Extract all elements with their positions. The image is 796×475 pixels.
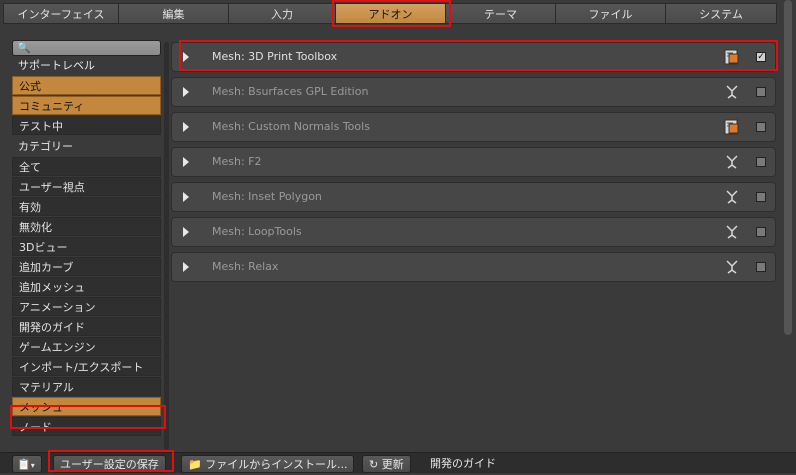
category-game-engine[interactable]: ゲームエンジン bbox=[12, 337, 161, 356]
category-material[interactable]: マテリアル bbox=[12, 377, 161, 396]
refresh-label: 更新 bbox=[381, 458, 404, 471]
expand-triangle-icon[interactable] bbox=[183, 52, 189, 62]
category-3d-view[interactable]: 3Dビュー bbox=[12, 237, 161, 256]
support-official[interactable]: 公式 bbox=[12, 76, 161, 95]
main-scrollbar[interactable] bbox=[784, 0, 792, 335]
addon-name: Mesh: Bsurfaces GPL Edition bbox=[212, 85, 369, 98]
support-level-label: サポートレベル bbox=[18, 59, 95, 72]
category-import-export[interactable]: インポート/エクスポート bbox=[12, 357, 161, 376]
tab-file[interactable]: ファイル bbox=[555, 3, 665, 24]
enable-checkbox[interactable]: ✓ bbox=[756, 52, 766, 62]
expand-triangle-icon[interactable] bbox=[183, 87, 189, 97]
sidebar-scrollbar[interactable] bbox=[164, 42, 169, 450]
tab-editing[interactable]: 編集 bbox=[118, 3, 228, 24]
category-node[interactable]: ノード bbox=[12, 417, 161, 436]
install-from-file-label: ファイルからインストール... bbox=[205, 458, 348, 471]
category-add-curve[interactable]: 追加カーブ bbox=[12, 257, 161, 276]
tab-input[interactable]: 入力 bbox=[228, 3, 335, 24]
magnifier-icon: 🔍 bbox=[17, 41, 31, 54]
addon-name: Mesh: Inset Polygon bbox=[212, 190, 322, 203]
tab-themes[interactable]: テーマ bbox=[445, 3, 555, 24]
community-addon-icon bbox=[726, 225, 738, 239]
enable-checkbox[interactable] bbox=[756, 227, 766, 237]
folder-icon: 📁 bbox=[188, 458, 202, 471]
expand-triangle-icon[interactable] bbox=[183, 192, 189, 202]
tab-addons[interactable]: アドオン bbox=[335, 3, 445, 24]
category-add-mesh[interactable]: 追加メッシュ bbox=[12, 277, 161, 296]
support-community[interactable]: コミュニティ bbox=[12, 96, 161, 115]
bottom-bar: 📋▾ ユーザー設定の保存 📁 ファイルからインストール... ↻ 更新 開発のガ… bbox=[0, 452, 796, 473]
support-testing[interactable]: テスト中 bbox=[12, 116, 161, 135]
refresh-icon: ↻ bbox=[369, 458, 379, 471]
addon-row-looptools[interactable]: Mesh: LoopTools bbox=[171, 217, 776, 247]
category-all[interactable]: 全て bbox=[12, 157, 161, 176]
addon-name: Mesh: 3D Print Toolbox bbox=[212, 50, 338, 63]
addon-row-bsurfaces[interactable]: Mesh: Bsurfaces GPL Edition bbox=[171, 77, 776, 107]
community-addon-icon bbox=[726, 260, 738, 274]
search-input[interactable]: 🔍 bbox=[12, 40, 161, 56]
enable-checkbox[interactable] bbox=[756, 262, 766, 272]
enable-checkbox[interactable] bbox=[756, 192, 766, 202]
addon-row-custom-normals[interactable]: Mesh: Custom Normals Tools bbox=[171, 112, 776, 142]
editor-type-menu[interactable]: 📋▾ bbox=[12, 455, 42, 473]
addon-row-f2[interactable]: Mesh: F2 bbox=[171, 147, 776, 177]
enable-checkbox[interactable] bbox=[756, 157, 766, 167]
addon-list: Mesh: 3D Print Toolbox ✓ Mesh: Bsurfaces… bbox=[171, 42, 776, 287]
expand-triangle-icon[interactable] bbox=[183, 227, 189, 237]
category-mesh[interactable]: メッシュ bbox=[12, 397, 161, 416]
clipboard-icon: 📋 bbox=[17, 458, 31, 471]
tab-interface[interactable]: インターフェイス bbox=[3, 3, 118, 24]
addon-row-relax[interactable]: Mesh: Relax bbox=[171, 252, 776, 282]
community-addon-icon bbox=[726, 190, 738, 204]
category-animation[interactable]: アニメーション bbox=[12, 297, 161, 316]
refresh-button[interactable]: ↻ 更新 bbox=[362, 455, 411, 473]
community-addon-icon bbox=[726, 155, 738, 169]
official-addon-icon bbox=[724, 49, 739, 65]
expand-triangle-icon[interactable] bbox=[183, 157, 189, 167]
addon-row-inset-polygon[interactable]: Mesh: Inset Polygon bbox=[171, 182, 776, 212]
category-development[interactable]: 開発のガイド bbox=[12, 317, 161, 336]
addon-name: Mesh: Custom Normals Tools bbox=[212, 120, 370, 133]
addon-name: Mesh: LoopTools bbox=[212, 225, 302, 238]
category-user[interactable]: ユーザー視点 bbox=[12, 177, 161, 196]
category-disabled[interactable]: 無効化 bbox=[12, 217, 161, 236]
official-addon-icon bbox=[724, 119, 739, 135]
chevron-down-icon: ▾ bbox=[30, 461, 35, 470]
save-user-settings-button[interactable]: ユーザー設定の保存 bbox=[53, 455, 166, 473]
addon-name: Mesh: Relax bbox=[212, 260, 279, 273]
enable-checkbox[interactable] bbox=[756, 87, 766, 97]
tab-system[interactable]: システム bbox=[665, 3, 777, 24]
community-addon-icon bbox=[726, 85, 738, 99]
expand-triangle-icon[interactable] bbox=[183, 262, 189, 272]
category-label: カテゴリー bbox=[18, 140, 73, 153]
expand-triangle-icon[interactable] bbox=[183, 122, 189, 132]
install-from-file-button[interactable]: 📁 ファイルからインストール... bbox=[181, 455, 355, 473]
sidebar: 🔍 サポートレベル 公式 コミュニティ テスト中 カテゴリー 全て ユーザー視点… bbox=[12, 40, 161, 437]
preferences-tabs: インターフェイス 編集 入力 アドオン テーマ ファイル システム bbox=[3, 3, 777, 24]
addon-row-3d-print-toolbox[interactable]: Mesh: 3D Print Toolbox ✓ bbox=[171, 42, 776, 72]
dev-guide-label: 開発のガイド bbox=[430, 457, 496, 470]
enable-checkbox[interactable] bbox=[756, 122, 766, 132]
category-enabled[interactable]: 有効 bbox=[12, 197, 161, 216]
addon-name: Mesh: F2 bbox=[212, 155, 262, 168]
